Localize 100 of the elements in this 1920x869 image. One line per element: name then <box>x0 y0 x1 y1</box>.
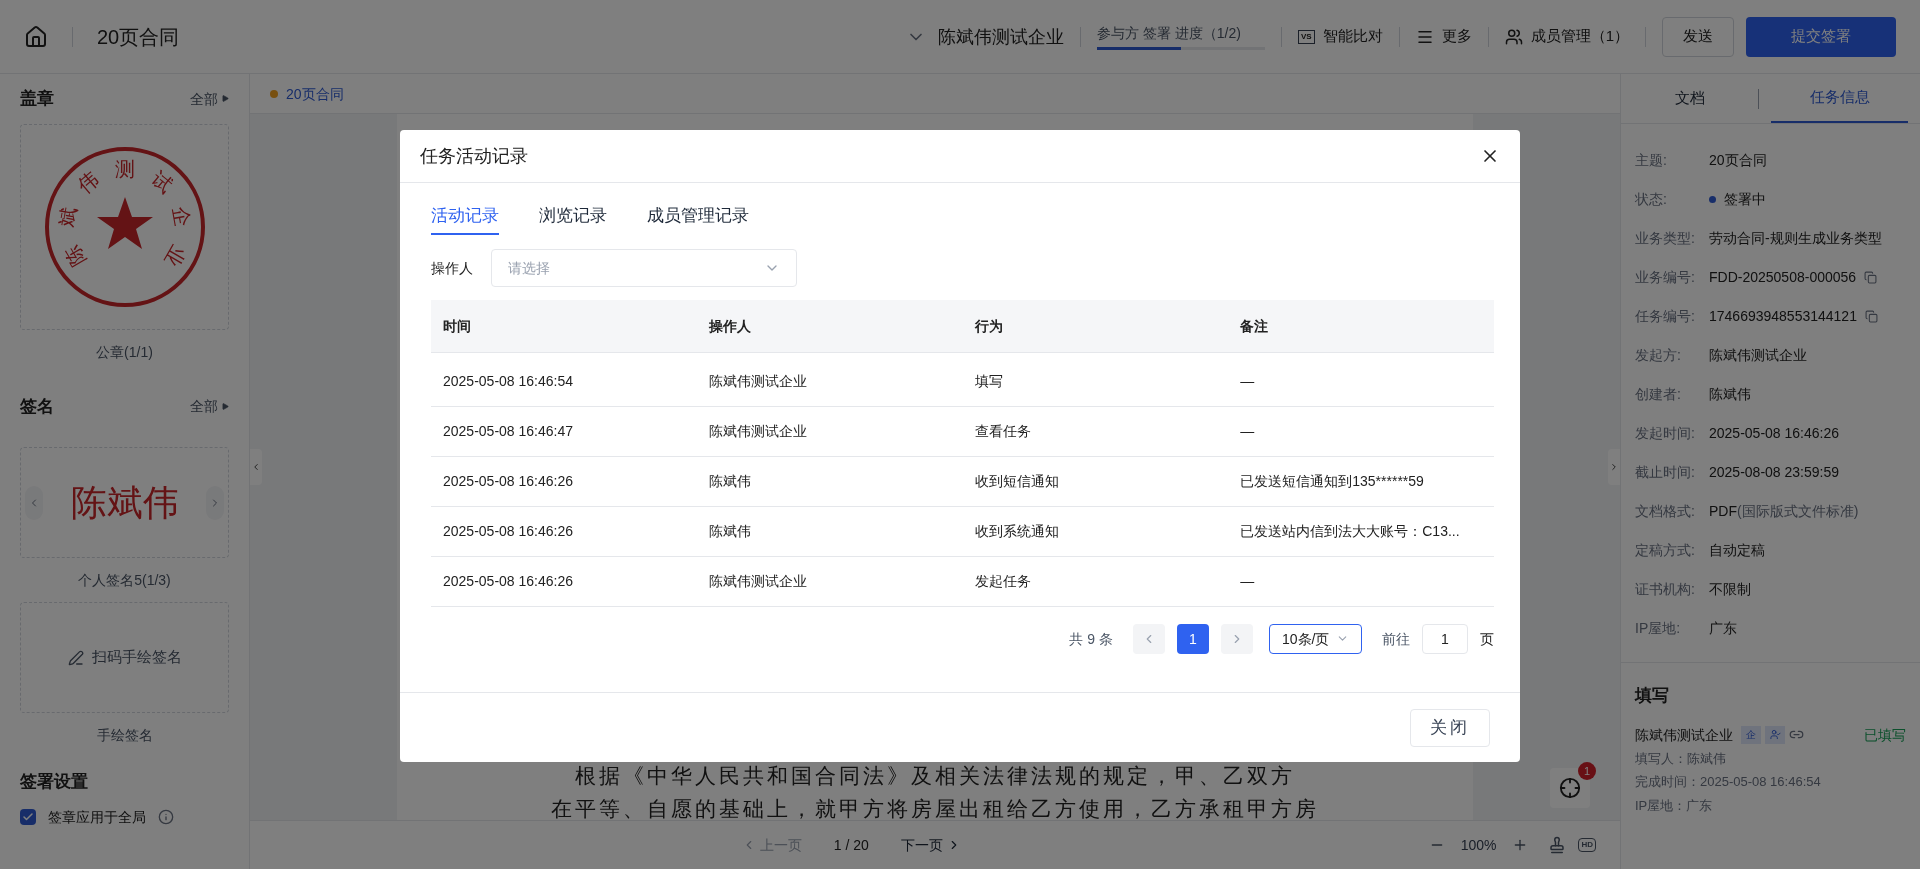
info-value: PDF <box>1709 502 1737 521</box>
page-indicator: 1 / 20 <box>833 836 869 855</box>
table-cell-text: 已发送短信通知到135******59 <box>1239 472 1425 491</box>
table-cell-text: 填写 <box>973 372 1004 391</box>
paragraph-line: 根据《中华人民共和国合同法》及相关法律法规的规定，甲、乙双方 <box>575 766 1295 787</box>
hd-icon[interactable]: HD <box>1578 838 1596 852</box>
info-value: 陈斌伟测试企业 <box>1709 346 1807 365</box>
toolbar-button[interactable]: 成员管理（1） <box>1504 25 1629 48</box>
signature-text: 陈斌伟 <box>70 481 179 525</box>
table-cell-text: 陈斌伟 <box>707 522 752 541</box>
next-page-button[interactable]: 下一页 <box>900 835 961 855</box>
pen-icon <box>67 649 84 666</box>
home-icon[interactable] <box>24 24 48 49</box>
table-cell-text: 陈斌伟测试企业 <box>707 372 808 391</box>
info-value: 广东 <box>1709 619 1737 638</box>
table-cell-text: 陈斌伟测试企业 <box>707 422 808 441</box>
toolbar-button[interactable]: 更多 <box>1415 25 1472 48</box>
locate-button[interactable] <box>1550 768 1590 808</box>
table-cell-text: 2025-05-08 16:46:54 <box>442 372 574 391</box>
handwrite-caption: 手绘签名 <box>95 726 154 745</box>
info-label: 状态: <box>1635 190 1668 209</box>
info-label: 任务编号: <box>1635 307 1696 326</box>
info-label: 业务编号: <box>1635 268 1696 287</box>
section-title: 盖章 <box>20 88 54 110</box>
column-header: 时间 <box>442 316 472 336</box>
submit-sign-button[interactable]: 提交签署 <box>1746 16 1896 57</box>
info-label: 创建者: <box>1635 385 1682 404</box>
total-count: 共 9 条 <box>1069 629 1113 649</box>
section-title: 填写 <box>1635 685 1670 707</box>
collapse-left-handle[interactable] <box>250 449 262 485</box>
document-title: 20页合同 <box>97 24 180 50</box>
dialog-tab[interactable]: 活动记录 <box>431 203 499 235</box>
info-value: 不限制 <box>1709 580 1751 599</box>
page-size-select[interactable]: 10条/页 <box>1269 623 1362 654</box>
close-button[interactable]: 关闭 <box>1410 708 1490 747</box>
section-title: 签名 <box>20 395 54 418</box>
fill-detail: 完成时间：2025-05-08 16:46:54 <box>1635 773 1822 791</box>
info-label: 定稿方式: <box>1635 541 1696 560</box>
send-button[interactable]: 发送 <box>1662 16 1734 57</box>
column-header: 行为 <box>973 316 1004 336</box>
filter-label: 操作人 <box>431 258 474 278</box>
table-cell-text: 2025-05-08 16:46:26 <box>442 572 574 591</box>
table-cell-text: 陈斌伟 <box>707 472 752 491</box>
notification-badge: 1 <box>1578 762 1596 780</box>
copy-icon[interactable] <box>1864 270 1878 284</box>
section-title: 签署设置 <box>20 771 89 793</box>
column-header: 备注 <box>1239 316 1270 336</box>
info-label: 发起时间: <box>1635 424 1696 443</box>
table-cell-text: 2025-05-08 16:46:47 <box>442 422 574 441</box>
seal-caption: 公章(1/1) <box>95 342 154 362</box>
handwrite-signature-card[interactable]: 扫码手绘签名 <box>20 602 229 713</box>
all-link[interactable]: 全部 <box>190 396 229 417</box>
info-value: 签署中 <box>1724 190 1766 209</box>
info-note: (国际版式文件标准) <box>1737 502 1859 521</box>
all-link[interactable]: 全部 <box>190 88 229 109</box>
info-value: 20页合同 <box>1709 151 1767 170</box>
table-cell-text: 收到系统通知 <box>973 522 1060 541</box>
company-name: 陈斌伟测试企业 <box>938 25 1064 49</box>
info-label: 发起方: <box>1635 346 1682 365</box>
info-value: 2025-08-08 23:59:59 <box>1709 463 1839 482</box>
users-icon <box>1504 27 1523 46</box>
info-label: 截止时间: <box>1635 463 1696 482</box>
table-cell-text: 2025-05-08 16:46:26 <box>442 472 574 491</box>
fill-status: 已填写 <box>1864 725 1906 745</box>
crosshair-icon <box>1559 777 1581 799</box>
copy-icon[interactable] <box>1864 309 1878 323</box>
info-value: FDD-20250508-000056 <box>1709 268 1857 287</box>
goto-label: 前往 <box>1382 629 1410 649</box>
table-cell-text: 已发送站内信到法大大账号：C13... <box>1239 522 1461 541</box>
table-cell-text: 陈斌伟测试企业 <box>707 572 808 591</box>
toolbar-button[interactable]: VS 智能比对 <box>1298 25 1383 48</box>
table-cell-text: — <box>1239 572 1256 591</box>
seal-card[interactable]: 陈斌伟测试企业 <box>20 123 229 330</box>
table-cell-text: — <box>1239 422 1256 441</box>
operator-select[interactable]: 请选择 <box>491 248 797 287</box>
document-tab[interactable]: 20页合同 <box>286 83 344 104</box>
signature-caption: 个人签名5(1/3) <box>77 571 172 590</box>
collapse-right-handle[interactable] <box>1608 449 1620 485</box>
dialog-tab[interactable]: 浏览记录 <box>539 203 607 235</box>
goto-page-input[interactable]: 1 <box>1422 623 1468 654</box>
progress-label: 参与方 签署 进度（1/2) <box>1097 24 1242 43</box>
info-value: 2025-05-08 16:46:26 <box>1709 424 1839 443</box>
table-cell-text: 收到短信通知 <box>973 472 1060 491</box>
info-value: 劳动合同-规则生成业务类型 <box>1709 229 1882 248</box>
paragraph-line: 在平等、自愿的基础上，就甲方将房屋出租给乙方使用，乙方承租甲方房 <box>551 799 1319 820</box>
goto-suffix: 页 <box>1480 629 1494 649</box>
fill-detail: 填写人：陈斌伟 <box>1635 749 1727 768</box>
compare-icon: VS <box>1298 29 1315 44</box>
panel-tab[interactable]: 任务信息 <box>1771 74 1908 123</box>
checkbox-label: 签章应用于全局 <box>48 807 146 827</box>
zoom-level: 100% <box>1460 836 1497 855</box>
checkbox[interactable] <box>20 808 36 825</box>
seal-drawing: 陈斌伟测试企业 <box>42 144 207 309</box>
stamp-icon[interactable] <box>1548 836 1567 854</box>
panel-tab[interactable]: 文档 <box>1621 74 1758 123</box>
caret-icon <box>222 402 229 410</box>
info-label: IP屋地: <box>1635 619 1682 638</box>
info-value: 1746693948553144121 <box>1709 307 1857 326</box>
dialog-tab[interactable]: 成员管理记录 <box>647 203 749 235</box>
page-number[interactable]: 1 <box>1177 623 1209 654</box>
